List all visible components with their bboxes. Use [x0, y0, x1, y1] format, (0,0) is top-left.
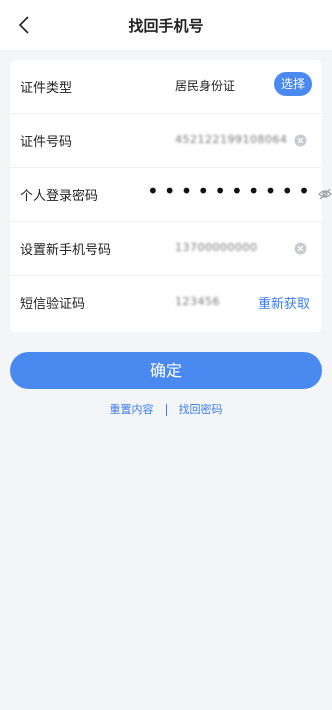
- id-type-row: 证件类型 居民身份证 选择: [10, 60, 322, 114]
- sms-code-row: 短信验证码 123456 重新获取: [10, 276, 322, 330]
- page-title: 找回手机号: [128, 17, 204, 35]
- id-number-input[interactable]: 452122199108064: [175, 133, 290, 146]
- reset-content-link[interactable]: 重置内容: [110, 403, 154, 416]
- id-type-value[interactable]: 居民身份证: [175, 77, 235, 94]
- clear-icon[interactable]: [294, 240, 307, 255]
- eye-off-icon[interactable]: [318, 186, 332, 200]
- resend-code-button[interactable]: 重新获取: [258, 293, 310, 312]
- clear-icon[interactable]: [294, 132, 307, 147]
- sms-code-input[interactable]: 123456: [175, 295, 235, 308]
- password-input[interactable]: ••••••••••: [147, 179, 315, 203]
- new-phone-input[interactable]: 13700000000: [175, 241, 290, 254]
- password-label: 个人登录密码: [20, 189, 99, 204]
- new-phone-label: 设置新手机号码: [20, 243, 112, 258]
- id-type-label: 证件类型: [20, 81, 73, 96]
- sms-code-label: 短信验证码: [20, 297, 86, 312]
- id-number-label: 证件号码: [20, 135, 73, 150]
- find-password-link[interactable]: 找回密码: [179, 403, 223, 416]
- select-button[interactable]: 选择: [274, 72, 312, 96]
- recovery-form: 证件类型 居民身份证 选择 证件号码 452122199108064 个人登录密…: [10, 60, 322, 332]
- divider: [165, 404, 167, 416]
- id-number-row: 证件号码 452122199108064: [10, 114, 322, 168]
- password-row: 个人登录密码 ••••••••••: [10, 168, 322, 222]
- new-phone-row: 设置新手机号码 13700000000: [10, 222, 322, 276]
- top-bar: 找回手机号: [0, 0, 332, 50]
- confirm-button[interactable]: 确定: [10, 352, 322, 389]
- footer-links: 重置内容 找回密码: [0, 401, 332, 417]
